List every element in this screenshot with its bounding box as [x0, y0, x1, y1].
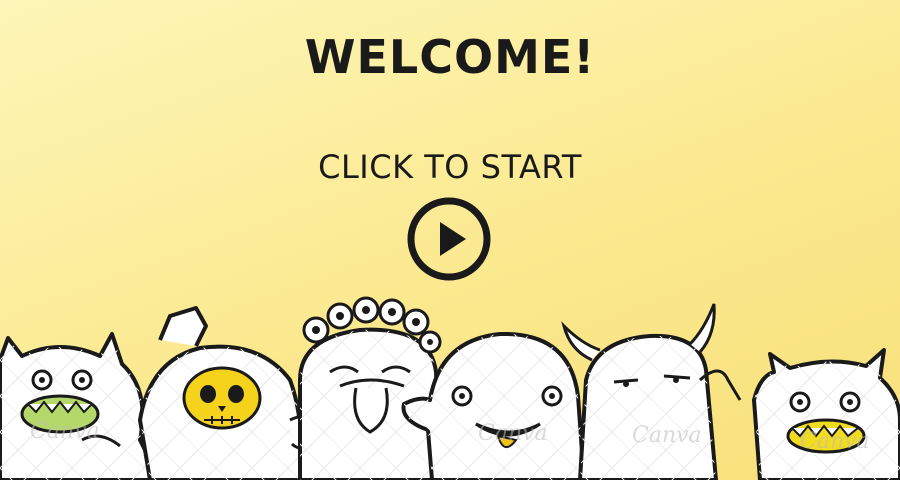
horned-monster-left — [0, 332, 162, 480]
many-eyed-monster — [298, 296, 442, 480]
horned-furry-monster — [561, 303, 742, 480]
canva-watermark: Canva — [632, 423, 702, 448]
horned-monster-right — [752, 348, 900, 480]
start-screen: WELCOME! CLICK TO START Canva Canva Canv… — [0, 0, 900, 480]
canva-watermark: Canva — [30, 419, 100, 444]
canva-watermark: Canva — [800, 429, 870, 454]
canva-watermark: Canva — [478, 421, 548, 446]
monster-crowd-illustration: Canva Canva Canva Canva — [0, 296, 900, 480]
